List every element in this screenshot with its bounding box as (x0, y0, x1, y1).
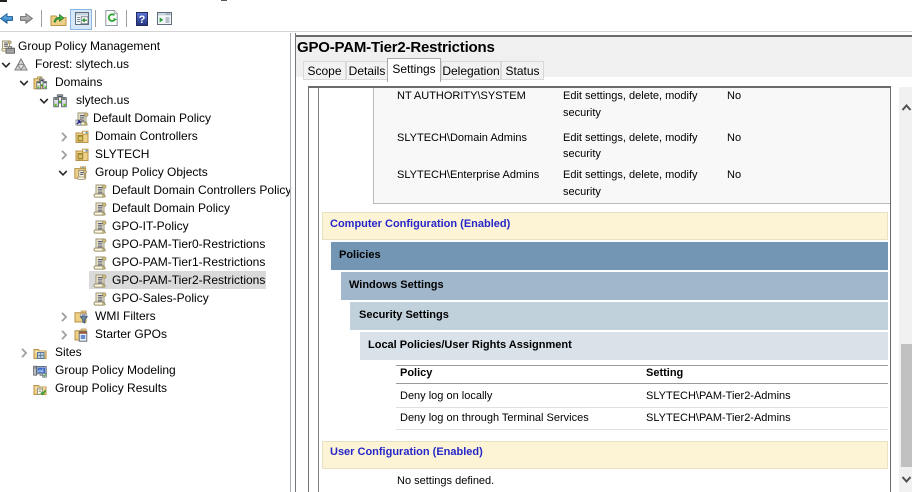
svg-text:?: ? (139, 14, 146, 26)
